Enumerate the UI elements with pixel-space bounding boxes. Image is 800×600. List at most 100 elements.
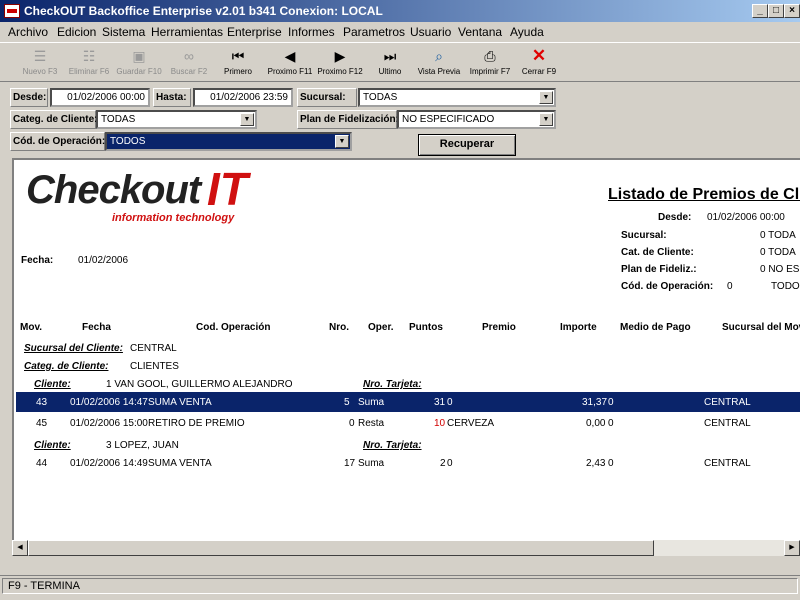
imprimir-button[interactable]: ⎙ Imprimir F7 [468, 46, 512, 80]
menu-parametros[interactable]: Parametros [343, 25, 405, 39]
cod-select[interactable]: TODOS ▼ [105, 132, 352, 151]
cliente-label: Cliente: [34, 379, 71, 390]
proximo-f12-button[interactable]: ▶ Proximo F12 [316, 46, 364, 80]
col-oper: Oper. [368, 322, 394, 333]
col-cod-operacion: Cod. Operación [196, 322, 271, 333]
report-cod-label: Cód. de Operación: [621, 281, 714, 292]
row-medio[interactable]: 0 [608, 458, 614, 469]
vista-previa-button[interactable]: ⌕ Vista Previa [416, 46, 462, 80]
col-nro: Nro. [329, 322, 349, 333]
row-fecha[interactable]: 01/02/2006 14:47 [70, 397, 148, 408]
next-icon: ▶ [334, 48, 346, 64]
eliminar-button[interactable]: ☷ Eliminar F6 [66, 46, 112, 80]
menu-edicion[interactable]: Edicion [57, 25, 96, 39]
desde-field[interactable]: 01/02/2006 00:00 [50, 88, 150, 107]
window-title: CheckOUT Backoffice Enterprise v2.01 b34… [24, 4, 383, 18]
cerrar-button[interactable]: ✕ Cerrar F9 [520, 46, 558, 80]
row-puntos[interactable]: 31 [434, 397, 445, 408]
app-icon[interactable] [4, 4, 20, 18]
row-nro[interactable]: 5 [344, 397, 350, 408]
chevron-down-icon[interactable]: ▼ [240, 113, 254, 126]
chevron-down-icon[interactable]: ▼ [539, 113, 553, 126]
scroll-left-icon[interactable]: ◀ [12, 540, 28, 556]
minimize-button[interactable]: _ [752, 4, 768, 18]
row-importe[interactable]: 31,37 [582, 397, 607, 408]
categ-select-value: TODAS [101, 114, 136, 125]
row-sucursal[interactable]: CENTRAL [704, 458, 751, 469]
new-record-icon: ☰ [33, 48, 47, 64]
report-desde-value: 01/02/2006 00:00 [707, 212, 785, 223]
row-cod[interactable]: SUMA VENTA [148, 458, 212, 469]
row-mov[interactable]: 43 [36, 397, 47, 408]
horizontal-scrollbar[interactable]: ◀ ▶ [12, 540, 800, 556]
row-medio[interactable]: 0 [608, 418, 614, 429]
cliente-label: Cliente: [34, 440, 71, 451]
row-puntos[interactable]: 2 [440, 458, 446, 469]
sucursal-select[interactable]: TODAS ▼ [358, 88, 556, 107]
last-record-icon: ⏭ [383, 48, 397, 64]
sucursal-cliente-label: Sucursal del Cliente: [24, 343, 123, 354]
scroll-thumb[interactable] [28, 540, 654, 556]
chevron-down-icon[interactable]: ▼ [335, 135, 349, 148]
recuperar-button[interactable]: Recuperar [418, 134, 516, 156]
row-nro[interactable]: 17 [344, 458, 355, 469]
plan-select[interactable]: NO ESPECIFICADO ▼ [397, 110, 556, 129]
menu-ventana[interactable]: Ventana [458, 25, 502, 39]
row-premio[interactable]: 0 [447, 397, 453, 408]
menu-enterprise[interactable]: Enterprise [227, 25, 282, 39]
row-oper[interactable]: Suma [358, 397, 384, 408]
row-mov[interactable]: 45 [36, 418, 47, 429]
ultimo-button[interactable]: ⏭ Ultimo [374, 46, 406, 80]
primero-button[interactable]: ⏮ Primero [220, 46, 256, 80]
row-fecha[interactable]: 01/02/2006 14:49 [70, 458, 148, 469]
row-importe[interactable]: 0,00 [586, 418, 605, 429]
report-cat-label: Cat. de Cliente: [621, 247, 694, 258]
row-mov[interactable]: 44 [36, 458, 47, 469]
buscar-button[interactable]: ∞ Buscar F2 [168, 46, 210, 80]
row-oper[interactable]: Suma [358, 458, 384, 469]
col-sucursal-mov: Sucursal del Mov [722, 322, 800, 333]
menu-ayuda[interactable]: Ayuda [510, 25, 544, 39]
report-sucursal-label: Sucursal: [621, 230, 667, 241]
logo-checkout-text: Checkout [26, 168, 201, 212]
close-x-icon: ✕ [531, 46, 547, 65]
row-premio[interactable]: 0 [447, 458, 453, 469]
menu-usuario[interactable]: Usuario [410, 25, 451, 39]
row-sucursal[interactable]: CENTRAL [704, 397, 751, 408]
col-fecha: Fecha [82, 322, 111, 333]
cod-label: Cód. de Operación: [10, 132, 105, 151]
menu-informes[interactable]: Informes [288, 25, 335, 39]
maximize-button[interactable]: □ [768, 4, 784, 18]
row-medio[interactable]: 0 [608, 397, 614, 408]
report-plan-label: Plan de Fideliz.: [621, 264, 697, 275]
menu-archivo[interactable]: Archivo [8, 25, 48, 39]
row-puntos[interactable]: 10 [434, 418, 445, 429]
chevron-down-icon[interactable]: ▼ [539, 91, 553, 104]
sucursal-label: Sucursal: [297, 88, 357, 107]
close-window-button[interactable]: × [784, 4, 800, 18]
previous-icon: ◀ [284, 48, 296, 64]
report-plan-value: 0 NO ES [760, 264, 800, 275]
first-record-icon: ⏮ [231, 48, 245, 64]
menu-sistema[interactable]: Sistema [102, 25, 145, 39]
row-fecha[interactable]: 01/02/2006 15:00 [70, 418, 148, 429]
proximo-f11-button[interactable]: ◀ Proximo F11 [266, 46, 314, 80]
report-desde-label: Desde: [658, 212, 692, 223]
row-nro[interactable]: 0 [349, 418, 355, 429]
col-medio-pago: Medio de Pago [620, 322, 691, 333]
hasta-field[interactable]: 01/02/2006 23:59 [193, 88, 293, 107]
nuevo-button[interactable]: ☰ Nuevo F3 [20, 46, 60, 80]
row-cod[interactable]: SUMA VENTA [148, 397, 212, 408]
guardar-button[interactable]: ▣ Guardar F10 [116, 46, 162, 80]
row-cod[interactable]: RETIRO DE PREMIO [148, 418, 245, 429]
scroll-right-icon[interactable]: ▶ [784, 540, 800, 556]
tarjeta-label: Nro. Tarjeta: [363, 440, 422, 451]
logo-it-text: IT [207, 163, 248, 215]
row-sucursal[interactable]: CENTRAL [704, 418, 751, 429]
menu-herramientas[interactable]: Herramientas [151, 25, 223, 39]
categ-select[interactable]: TODAS ▼ [96, 110, 257, 129]
row-premio[interactable]: CERVEZA [447, 418, 494, 429]
report-cod-value2: TODO [771, 281, 800, 292]
row-oper[interactable]: Resta [358, 418, 384, 429]
row-importe[interactable]: 2,43 [586, 458, 605, 469]
